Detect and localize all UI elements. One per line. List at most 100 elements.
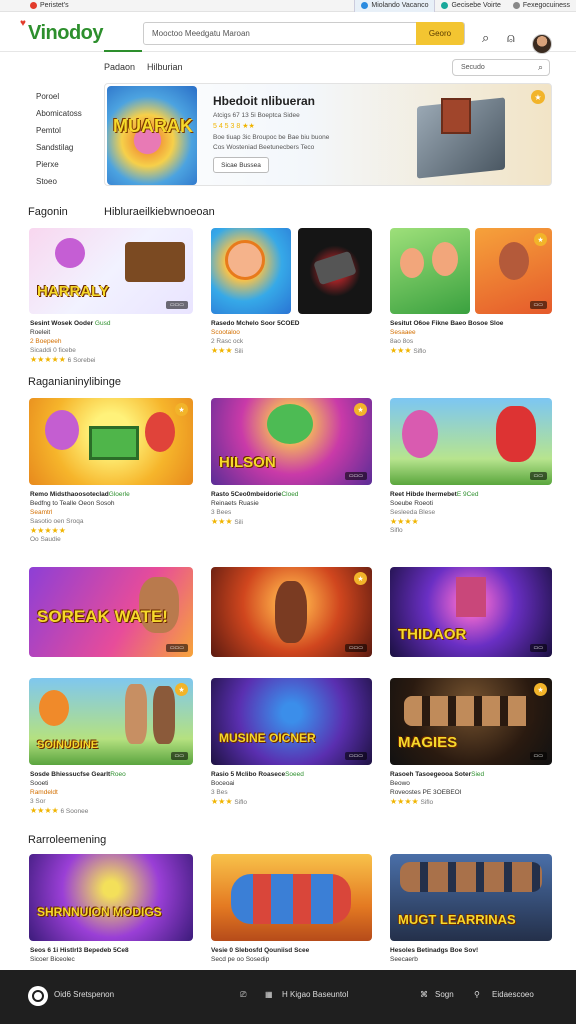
character-image: [402, 410, 438, 458]
section-title: Hibluraeilkiebwnoeoan: [104, 206, 215, 218]
character-image: [39, 690, 69, 726]
game-card[interactable]: SOINUDINE ★ ▭▭: [29, 678, 193, 765]
duration-badge: ▭▭: [170, 752, 188, 760]
duration-badge: ▭▭: [529, 644, 547, 652]
card-meta: Seos 6 1i Histlrl3 Bepedeb 5Ce8 Sicoer B…: [30, 947, 129, 963]
login-icon[interactable]: ⌘: [420, 990, 428, 999]
game-card[interactable]: ▭▭: [390, 398, 552, 485]
character-image: [496, 406, 536, 462]
rating-stars: ★★★: [211, 517, 233, 526]
browser-tab[interactable]: Miolando Vacanco: [354, 0, 436, 12]
avatar[interactable]: [532, 34, 552, 54]
footer-brand: Oid6 Sretspenon: [54, 990, 115, 999]
card-meta: Rasedo Mchelo Soor 5COED Scootaloo 2 Ras…: [211, 320, 300, 355]
filter-input[interactable]: Secudo ⌕: [452, 59, 550, 76]
chest-image: [125, 242, 185, 282]
hero-title: Hbedoit nlibueran: [213, 94, 315, 108]
footer-link[interactable]: H Kigao Baseuntol: [282, 990, 348, 999]
rating-stars: ★★★: [211, 346, 233, 355]
card-meta: Reet Hibde IhermebetE 9Ced Soeube Roeoti…: [390, 490, 555, 535]
tab-label: Fexegocuiness: [522, 2, 570, 9]
game-card[interactable]: THIDAOR ▭▭: [390, 567, 552, 657]
duration-badge: ▭▭: [529, 472, 547, 480]
game-card[interactable]: [211, 854, 372, 941]
footer-logo-icon[interactable]: [28, 986, 48, 1006]
card-meta: Sosde Bhiessucfse GearltRoeo Sooeti Ramd…: [30, 771, 126, 815]
rating-stars: ★★★★: [30, 806, 59, 815]
sidebar-item[interactable]: Poroel: [36, 88, 82, 105]
card-meta: Remo MidsthaoosotecladGloerle Bedfng to …: [30, 490, 200, 544]
console-image: [313, 250, 357, 286]
tower-image: [456, 577, 486, 617]
notification-icon[interactable]: ⍝: [507, 30, 515, 46]
game-card[interactable]: HARRALY ▭▭▭: [29, 228, 193, 314]
sidebar: Poroel Abomicatoss Pemtol Sandstilag Pie…: [36, 88, 82, 190]
site-logo[interactable]: ♥ Vinodoy: [20, 18, 104, 45]
character-image: [153, 686, 175, 744]
grid-icon[interactable]: ▦: [265, 990, 273, 999]
duration-badge: ▭▭: [529, 752, 547, 760]
game-card[interactable]: SHRNNUION MODIGS: [29, 854, 193, 941]
favicon-icon: [512, 2, 520, 9]
card-meta: Rasio 5 Mclibo RoaseceSoeed Boceoai 3 Be…: [211, 771, 304, 806]
duration-badge: ▭▭▭: [165, 301, 188, 309]
badge-icon: ★: [354, 403, 367, 416]
sidebar-item[interactable]: Pemtol: [36, 122, 82, 139]
favicon-icon: [361, 2, 369, 9]
footer: Oid6 Sretspenon ⎚ ▦ H Kigao Baseuntol ⌘ …: [0, 970, 576, 1024]
sidebar-item[interactable]: Sandstilag: [36, 139, 82, 156]
card-meta: Hesoles Betinadgs Boe Sov! Seecaerb: [390, 947, 479, 963]
hero-banner[interactable]: MUARAK Hbedoit nlibueran Atcigs 67 13 5i…: [104, 83, 552, 186]
game-card[interactable]: [390, 228, 470, 314]
sidebar-item[interactable]: Stoeo: [36, 173, 82, 190]
section-title: Fagonin: [28, 206, 68, 218]
search-button[interactable]: Georo: [416, 22, 464, 45]
sidebar-item[interactable]: Pierxe: [36, 156, 82, 173]
game-card[interactable]: [298, 228, 372, 314]
duration-badge: ▭▭▭: [165, 644, 188, 652]
game-card[interactable]: ★ ▭▭: [475, 228, 552, 314]
browser-tab-strip: Peristet's Miolando Vacanco Gecisebe Voi…: [0, 0, 576, 12]
card-meta: Rasoeh Tasoegeooa SoterSied Beowo Roveos…: [390, 771, 485, 806]
footer-link[interactable]: Eidaescoeo: [492, 990, 534, 999]
hero-sign: [441, 98, 471, 134]
characters-image: [404, 696, 534, 726]
site-header: ♥ Vinodoy Mooctoo Meedgatu Maroan Georo ⌕…: [0, 12, 576, 54]
browser-tab[interactable]: Fexegocuiness: [507, 0, 576, 12]
rating-stars: ★★★★: [390, 517, 419, 526]
browser-tab[interactable]: Peristet's: [0, 0, 75, 12]
character-image: [400, 248, 424, 278]
game-card[interactable]: MUSINE OICNER ▭▭▭: [211, 678, 372, 765]
duration-badge: ▭▭: [529, 301, 547, 309]
character-image: [45, 410, 79, 450]
hero-button[interactable]: Sicae Bussea: [213, 157, 269, 173]
subnav-item[interactable]: Hilburian: [147, 62, 183, 72]
hero-image: MUARAK: [107, 86, 197, 185]
character-image: [125, 684, 147, 744]
cast-icon[interactable]: ⎚: [240, 990, 246, 1000]
game-card[interactable]: MAGIES ★ ▭▭: [390, 678, 552, 765]
rating-stars: ★★★★★: [30, 526, 66, 535]
search-input[interactable]: Mooctoo Meedgatu Maroan Georo: [143, 22, 465, 45]
character-image: [499, 242, 529, 280]
browser-tab[interactable]: Gecisebe Voirte: [435, 0, 506, 12]
game-card[interactable]: MUGT LEARRINAS: [390, 854, 552, 941]
hero-info: Boe tiuap 3ic Broupoc be Bae biu buone: [213, 134, 330, 141]
badge-icon: ★: [354, 572, 367, 585]
game-card[interactable]: HILSON ★ ▭▭▭: [211, 398, 372, 485]
badge-icon[interactable]: ★: [531, 90, 545, 104]
game-card[interactable]: SOREAK WATE! ▭▭▭: [29, 567, 193, 657]
footer-link[interactable]: Sogn: [435, 990, 454, 999]
search-icon[interactable]: ⌕: [482, 30, 489, 46]
card-meta: Vesie 0 Slebosfd Qouniisd Scee Secd pe o…: [211, 947, 310, 963]
favicon-icon: [441, 2, 449, 9]
sidebar-item[interactable]: Abomicatoss: [36, 105, 82, 122]
subnav-item[interactable]: Padaon: [104, 62, 135, 72]
game-card[interactable]: ★: [29, 398, 193, 485]
character-image: [145, 412, 175, 452]
link-icon[interactable]: ⚲: [474, 990, 480, 999]
game-card[interactable]: [211, 228, 291, 314]
section-title: Raganianinylibinge: [28, 376, 121, 388]
subnav: Padaon Hilburian: [104, 62, 183, 72]
game-card[interactable]: ★ ▭▭▭: [211, 567, 372, 657]
